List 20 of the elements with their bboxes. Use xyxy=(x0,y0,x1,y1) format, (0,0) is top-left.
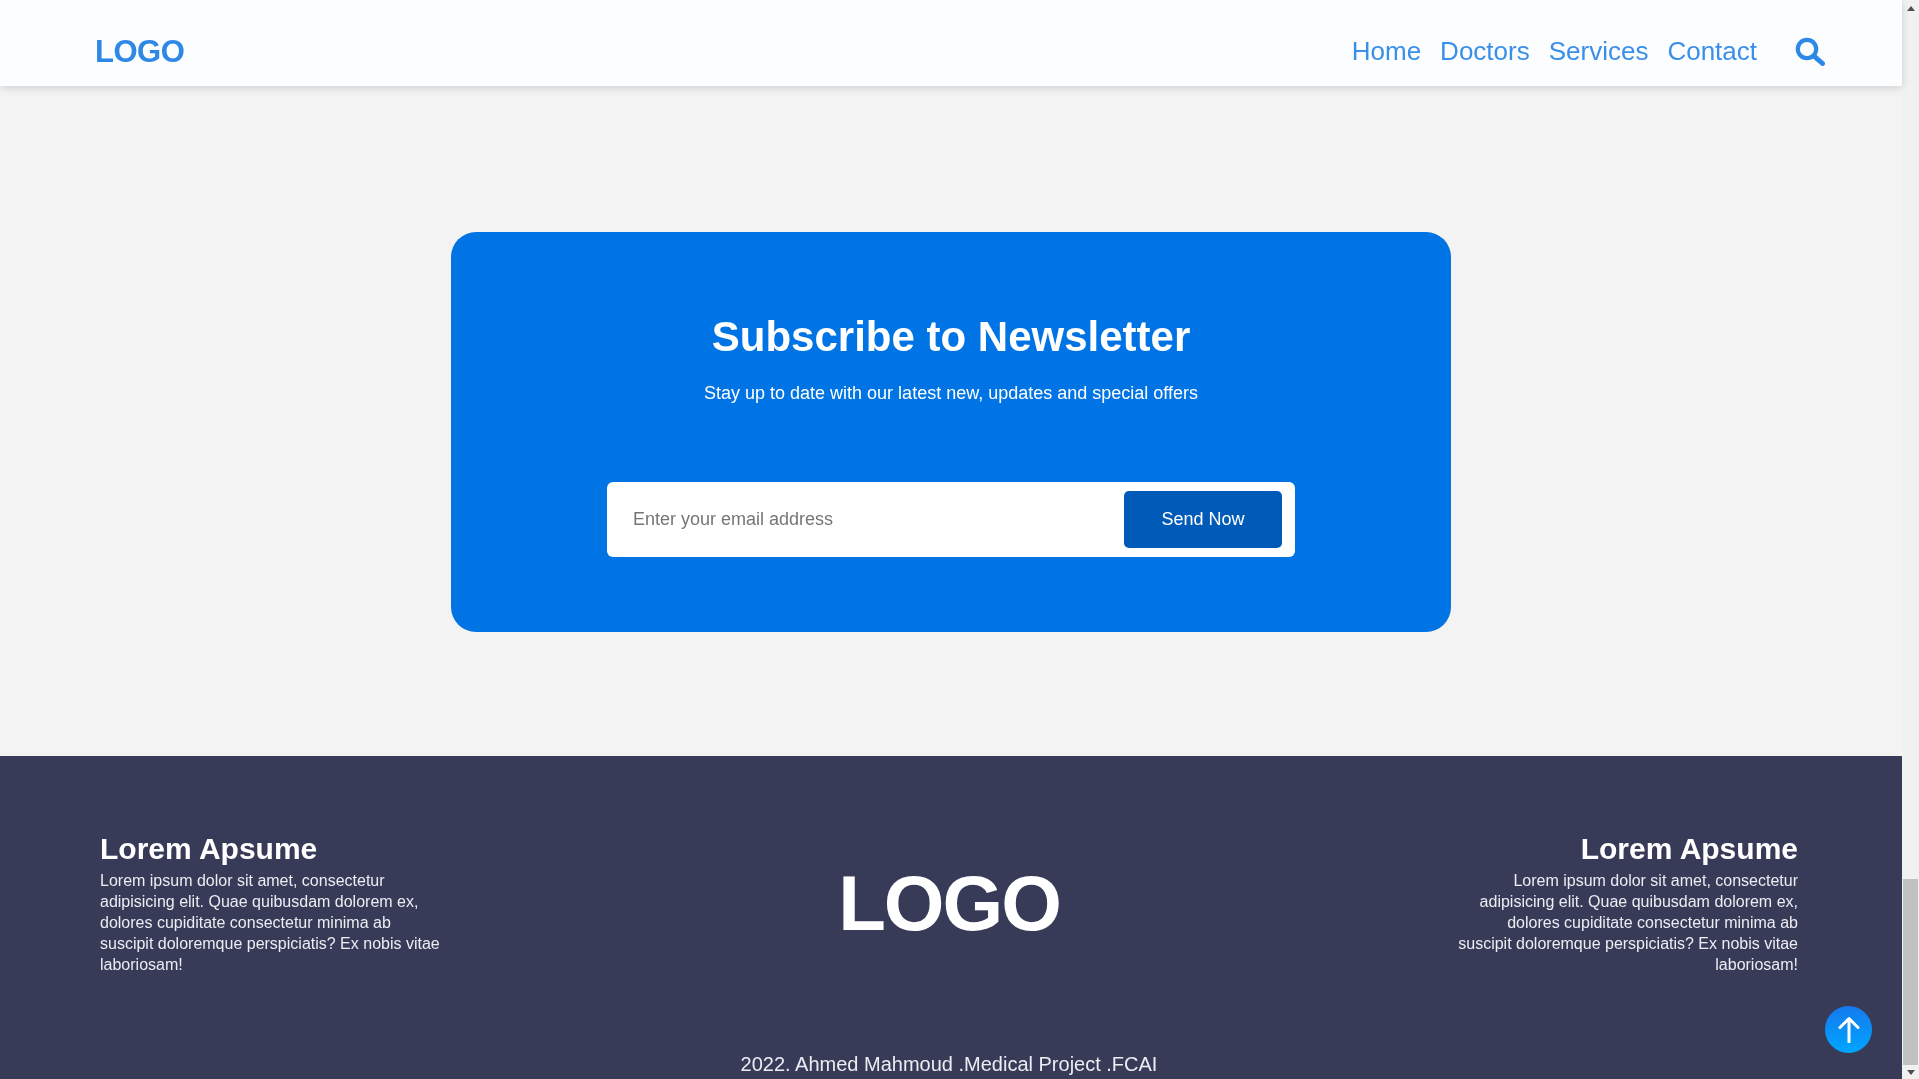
scrollbar-thumb[interactable] xyxy=(1903,879,1918,1065)
caret-down-icon[interactable] xyxy=(1906,1069,1915,1075)
footer-heading: Lorem Apsume xyxy=(1580,831,1798,867)
nav-link[interactable]: Services xyxy=(1548,35,1649,67)
nav-link[interactable]: Home xyxy=(1351,35,1422,67)
logo[interactable]: LOGO xyxy=(95,35,185,67)
footer-logo: LOGO xyxy=(838,864,1060,942)
nav-link[interactable]: Doctors xyxy=(1440,35,1530,67)
send-button[interactable]: Send Now xyxy=(1124,491,1282,548)
footer-heading: Lorem Apsume xyxy=(100,831,318,867)
footer-text: Lorem ipsum dolor sit amet, consectetur adipisicing elit. Quae quibusdam dolorem ex, dolores cupiditate consectetur minima ab suscipit doloremque perspiciatis? Ex nobis vitae laboriosam! xyxy=(100,871,441,975)
newsletter-subtitle: Stay up to date with our latest new, updates and special offers xyxy=(704,382,1198,405)
email-field[interactable]: Enter your email address Send Now xyxy=(607,482,1295,557)
footer-text: Lorem ipsum dolor sit amet, consectetur adipisicing elit. Quae quibusdam dolorem ex, dolores cupiditate consectetur minima ab suscipit doloremque perspiciatis? Ex nobis vitae laboriosam! xyxy=(1457,871,1798,975)
copyright-text: 2022. Ahmed Mahmoud .Medical Project .FCAI xyxy=(740,1052,1158,1077)
nav-link[interactable]: Contact xyxy=(1667,35,1757,67)
newsletter-title: Subscribe to Newsletter xyxy=(711,312,1191,362)
search-icon[interactable] xyxy=(1795,36,1825,66)
caret-up-icon[interactable] xyxy=(1906,6,1915,11)
arrow-up-icon xyxy=(1837,1016,1860,1043)
